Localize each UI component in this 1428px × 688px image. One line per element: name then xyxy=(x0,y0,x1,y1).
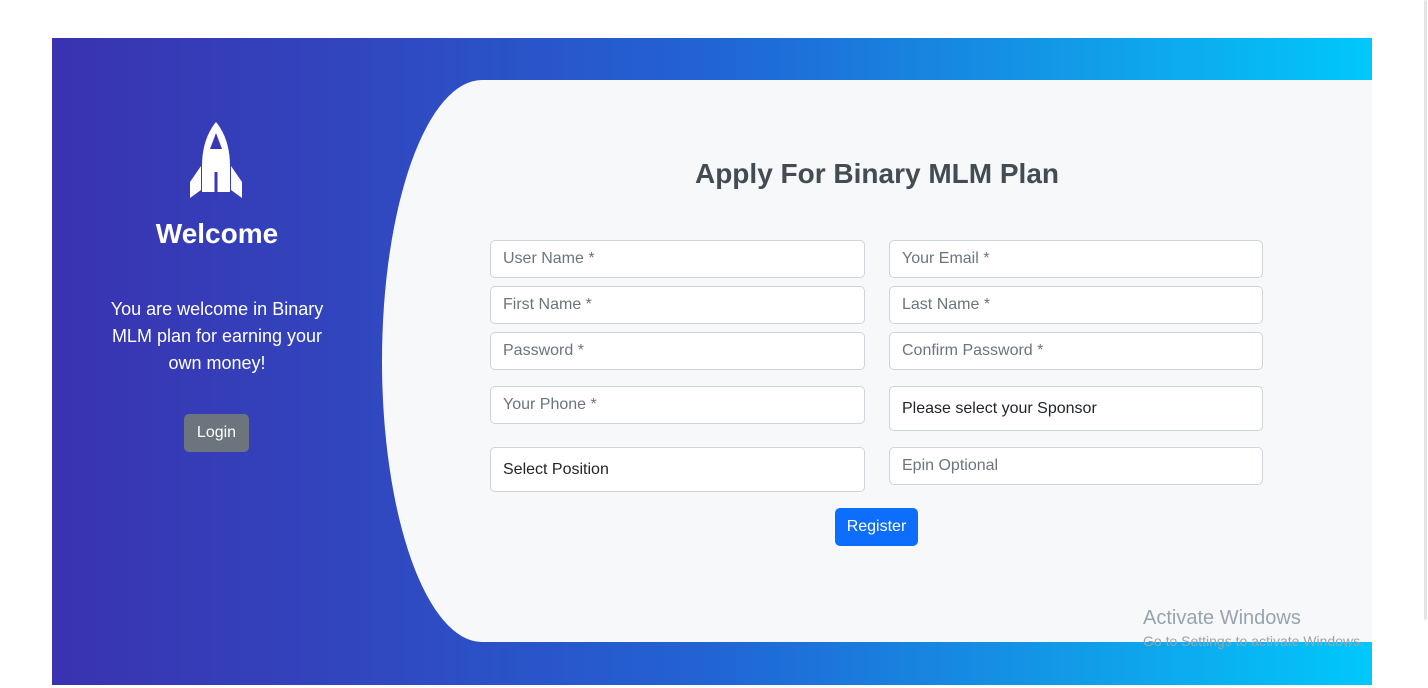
welcome-panel: Welcome You are welcome in Binary MLM pl… xyxy=(52,38,382,685)
position-select-value: Select Position xyxy=(503,460,609,478)
register-button[interactable]: Register xyxy=(835,508,918,546)
welcome-title: Welcome xyxy=(155,218,279,249)
first-name-field[interactable] xyxy=(490,286,865,324)
password-field[interactable] xyxy=(490,332,865,370)
scrollbar-thumb[interactable] xyxy=(1424,0,1427,620)
page-scrollbar[interactable] xyxy=(1422,0,1428,688)
rocket-icon xyxy=(190,122,242,198)
page: Welcome You are welcome in Binary MLM pl… xyxy=(0,0,1428,688)
registration-form-card: Apply For Binary MLM Plan Please select … xyxy=(382,80,1372,642)
position-select[interactable]: Select Position xyxy=(490,447,865,492)
phone-field[interactable] xyxy=(490,386,865,424)
registration-banner: Welcome You are welcome in Binary MLM pl… xyxy=(52,38,1372,685)
sponsor-select-value: Please select your Sponsor xyxy=(902,399,1097,417)
email-field[interactable] xyxy=(889,240,1263,278)
last-name-field[interactable] xyxy=(889,286,1263,324)
epin-field[interactable] xyxy=(889,447,1263,485)
sponsor-select[interactable]: Please select your Sponsor xyxy=(889,386,1263,431)
login-button[interactable]: Login xyxy=(184,414,249,452)
welcome-message: You are welcome in Binary MLM plan for e… xyxy=(110,299,324,373)
confirm-password-field[interactable] xyxy=(889,332,1263,370)
form-heading: Apply For Binary MLM Plan xyxy=(694,158,1060,189)
username-field[interactable] xyxy=(490,240,865,278)
